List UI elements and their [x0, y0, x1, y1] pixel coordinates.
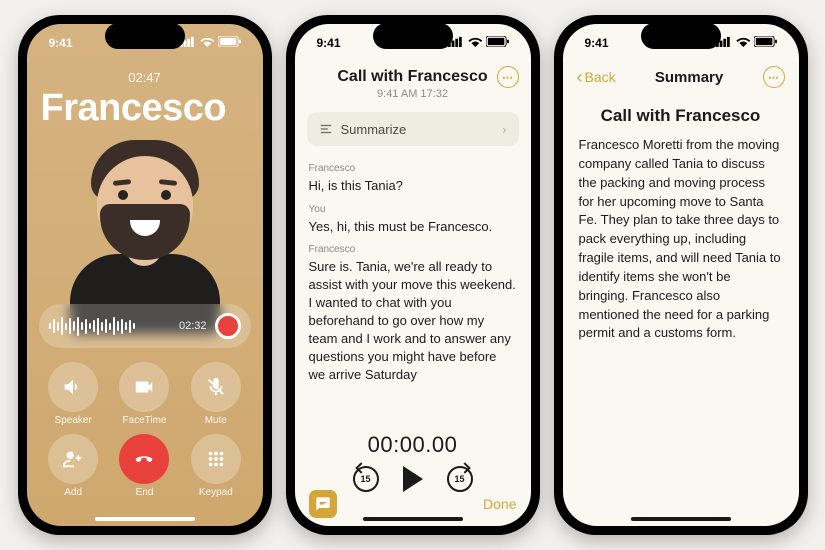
end-label: End [136, 487, 154, 498]
speaker-label: You [309, 203, 517, 217]
facetime-button[interactable]: FaceTime [112, 362, 177, 426]
mute-button[interactable]: Mute [183, 362, 248, 426]
dynamic-island [373, 23, 453, 49]
facetime-label: FaceTime [122, 415, 166, 426]
speaker-label: Francesco [309, 243, 517, 257]
notes-button[interactable] [309, 490, 337, 518]
caller-avatar [27, 134, 263, 314]
transcript-line: Sure is. Tania, we're all ready to assis… [309, 258, 517, 384]
audio-player: 00:00.00 15 15 [295, 432, 531, 492]
speaker-label: Francesco [309, 162, 517, 176]
transcript[interactable]: Francesco Hi, is this Tania? You Yes, hi… [295, 154, 531, 384]
recording-time: 02:32 [179, 320, 207, 332]
more-button[interactable]: ⋯ [497, 66, 519, 88]
note-subtitle: 9:41 AM 17:32 [329, 88, 497, 100]
speaker-button[interactable]: Speaker [41, 362, 106, 426]
chevron-right-icon: › [502, 122, 506, 137]
summarize-icon [319, 122, 333, 136]
playback-time: 00:00.00 [295, 432, 531, 458]
speaker-label: Speaker [55, 415, 92, 426]
back-button[interactable]: ‹ Back [577, 68, 616, 86]
page-header: Summary [655, 69, 723, 86]
transcript-line: Hi, is this Tania? [309, 177, 517, 195]
done-button[interactable]: Done [483, 496, 516, 512]
note-title: Call with Francesco [329, 68, 497, 86]
phone-call-screen: 9:41 02:47 Francesco 02:32 [18, 15, 272, 535]
summary-body: Francesco Moretti from the moving compan… [563, 126, 799, 353]
transcript-line: Yes, hi, this must be Francesco. [309, 218, 517, 236]
play-button[interactable] [403, 466, 423, 492]
keypad-button[interactable]: Keypad [183, 434, 248, 498]
end-call-button[interactable]: End [112, 434, 177, 498]
summary-title: Call with Francesco [563, 106, 799, 126]
more-button[interactable]: ⋯ [763, 66, 785, 88]
status-time: 9:41 [585, 36, 609, 50]
record-button[interactable] [215, 313, 241, 339]
dynamic-island [641, 23, 721, 49]
status-time: 9:41 [49, 36, 73, 50]
phone-summary-screen: 9:41 ‹ Back Summary ⋯ Call with Francesc… [554, 15, 808, 535]
chevron-left-icon: ‹ [577, 68, 583, 86]
back-label: Back [585, 69, 616, 85]
status-time: 9:41 [317, 36, 341, 50]
dynamic-island [105, 23, 185, 49]
status-icons [180, 36, 241, 50]
summarize-button[interactable]: Summarize › [307, 112, 519, 146]
waveform-icon [49, 316, 171, 336]
home-indicator[interactable] [363, 517, 463, 521]
recording-pill[interactable]: 02:32 [39, 304, 251, 348]
add-button[interactable]: Add [41, 434, 106, 498]
status-icons [716, 36, 777, 50]
keypad-label: Keypad [199, 487, 233, 498]
home-indicator[interactable] [95, 517, 195, 521]
home-indicator[interactable] [631, 517, 731, 521]
skip-forward-button[interactable]: 15 [447, 466, 473, 492]
caller-name: Francesco [27, 87, 263, 130]
call-duration: 02:47 [27, 70, 263, 85]
mute-label: Mute [205, 415, 227, 426]
phone-transcript-screen: 9:41 Call with Francesco 9:41 AM 17:32 ⋯… [286, 15, 540, 535]
summarize-label: Summarize [341, 122, 407, 137]
status-icons [448, 36, 509, 50]
add-label: Add [64, 487, 82, 498]
skip-back-button[interactable]: 15 [353, 466, 379, 492]
